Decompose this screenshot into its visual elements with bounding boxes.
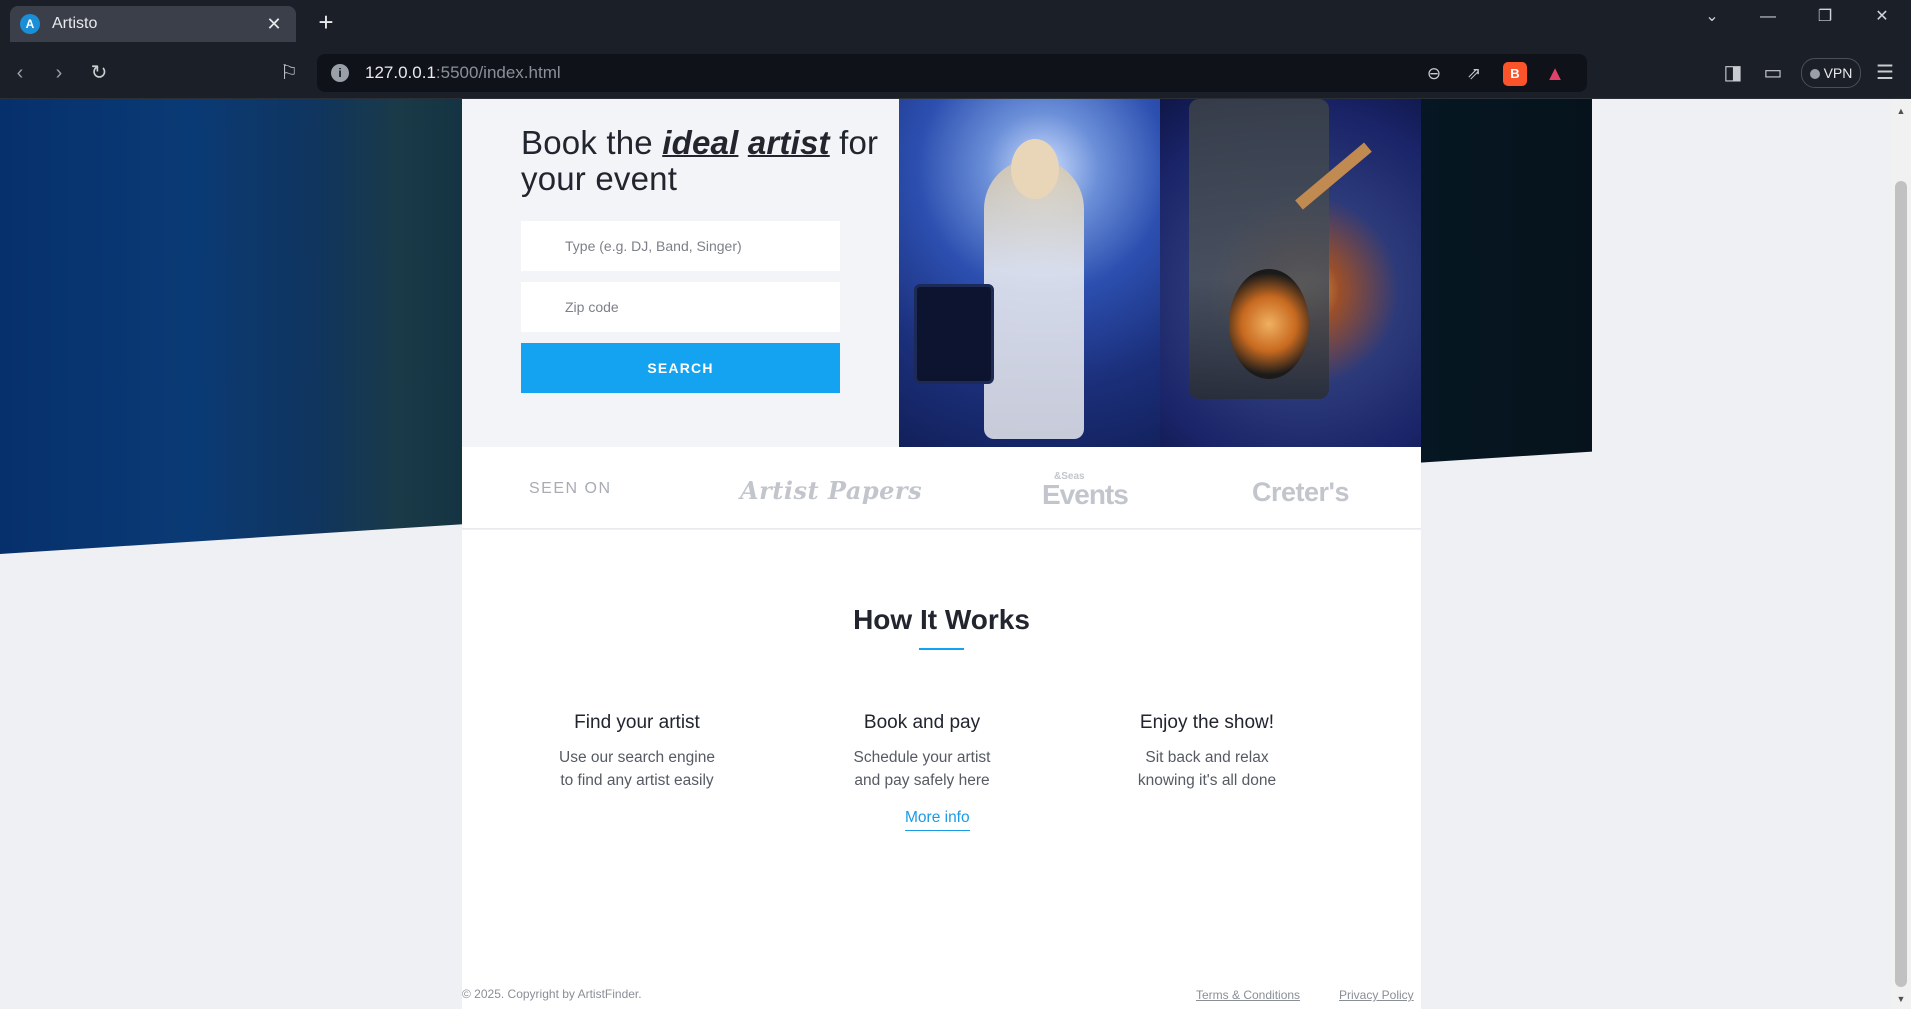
- wallet-icon[interactable]: ▭: [1758, 58, 1788, 88]
- step-description: Use our search engine to find any artist …: [559, 749, 715, 789]
- tab-search-icon[interactable]: ⌄: [1692, 2, 1732, 32]
- step-enjoy-show: Enjoy the show! Sit back and relax knowin…: [1087, 712, 1327, 792]
- artist-type-input[interactable]: [521, 221, 840, 271]
- step-book-pay: Book and pay Schedule your artist and pay…: [802, 712, 1042, 792]
- step-title: Find your artist: [574, 712, 700, 733]
- privacy-link[interactable]: Privacy Policy: [1339, 988, 1414, 1002]
- share-icon[interactable]: ⇗: [1462, 62, 1486, 86]
- how-it-works-title: How It Works: [853, 604, 1030, 635]
- sidebar-toggle-icon[interactable]: ◨: [1718, 58, 1748, 88]
- browser-tab[interactable]: A Artisto ✕: [10, 6, 296, 42]
- scroll-up-icon[interactable]: ▲: [1891, 103, 1911, 119]
- step-description: Schedule your artist and pay safely here: [853, 749, 991, 789]
- artist-papers-logo: Artist Papers: [740, 476, 923, 505]
- back-icon[interactable]: ‹: [5, 58, 35, 88]
- step-title: Book and pay: [863, 712, 981, 733]
- footer-copyright: © 2025. Copyright by ArtistFinder.: [462, 987, 642, 1001]
- step-find-artist: Find your artist Use our search engine to…: [517, 712, 757, 792]
- reload-icon[interactable]: ↻: [84, 58, 114, 88]
- guitar-figure: [1229, 269, 1309, 379]
- creters-logo: Creter's: [1252, 477, 1349, 507]
- restore-window-icon[interactable]: ❐: [1805, 2, 1845, 32]
- seen-on-strip: SEEN ON Artist Papers &Seas Events Crete…: [462, 447, 1421, 529]
- seen-on-label: SEEN ON: [529, 480, 612, 497]
- minimize-window-icon[interactable]: —: [1748, 2, 1788, 32]
- singer-head: [1011, 139, 1059, 199]
- how-it-works-section: How It Works Find your artist Use our se…: [462, 530, 1421, 1009]
- brave-shields-icon[interactable]: B: [1503, 62, 1527, 86]
- close-tab-icon[interactable]: ✕: [264, 14, 284, 35]
- browser-tab-bar: A Artisto ✕ + ⌄ — ❐ ✕: [0, 0, 1911, 46]
- vpn-button[interactable]: VPN: [1801, 58, 1861, 88]
- step-description: Sit back and relax knowing it's all done: [1137, 749, 1277, 789]
- bookmark-icon[interactable]: ⚐: [274, 58, 304, 88]
- zip-code-input[interactable]: [521, 282, 840, 332]
- forward-icon[interactable]: ›: [44, 58, 74, 88]
- search-button[interactable]: SEARCH: [521, 343, 840, 393]
- site-info-icon[interactable]: i: [331, 64, 349, 82]
- zoom-icon[interactable]: ⊖: [1422, 62, 1446, 86]
- hero-concert-image: [899, 99, 1421, 447]
- address-bar[interactable]: i 127.0.0.1:5500/index.html ⊖ ⇗ B ▲: [317, 54, 1587, 92]
- new-tab-button[interactable]: +: [312, 8, 340, 36]
- vpn-status-icon: [1809, 69, 1820, 79]
- hero-title: Book the ideal artist for your event: [521, 124, 879, 197]
- brave-rewards-icon[interactable]: ▲: [1543, 62, 1567, 86]
- singer-figure: [984, 159, 1084, 439]
- terms-link[interactable]: Terms & Conditions: [1196, 988, 1300, 1002]
- scroll-down-icon[interactable]: ▼: [1891, 991, 1911, 1007]
- events-logo: Events: [1042, 479, 1129, 510]
- title-underline: [919, 648, 964, 650]
- more-info-link[interactable]: More info: [905, 809, 970, 831]
- phone-figure: [914, 284, 994, 384]
- url-text[interactable]: 127.0.0.1:5500/index.html: [365, 63, 561, 83]
- menu-icon[interactable]: ☰: [1870, 58, 1900, 88]
- page-scrollbar[interactable]: ▲ ▼: [1891, 99, 1911, 1009]
- tab-title: Artisto: [52, 15, 98, 32]
- page-viewport: Book the ideal artist for your event SEA…: [0, 99, 1891, 1009]
- step-title: Enjoy the show!: [1139, 712, 1275, 733]
- hero-card: Book the ideal artist for your event SEA…: [462, 99, 1421, 447]
- site-favicon-icon: A: [20, 14, 40, 34]
- scrollbar-thumb[interactable]: [1895, 181, 1907, 987]
- close-window-icon[interactable]: ✕: [1862, 2, 1902, 32]
- browser-toolbar: ‹ › ↻ ⚐ i 127.0.0.1:5500/index.html ⊖ ⇗ …: [0, 46, 1911, 99]
